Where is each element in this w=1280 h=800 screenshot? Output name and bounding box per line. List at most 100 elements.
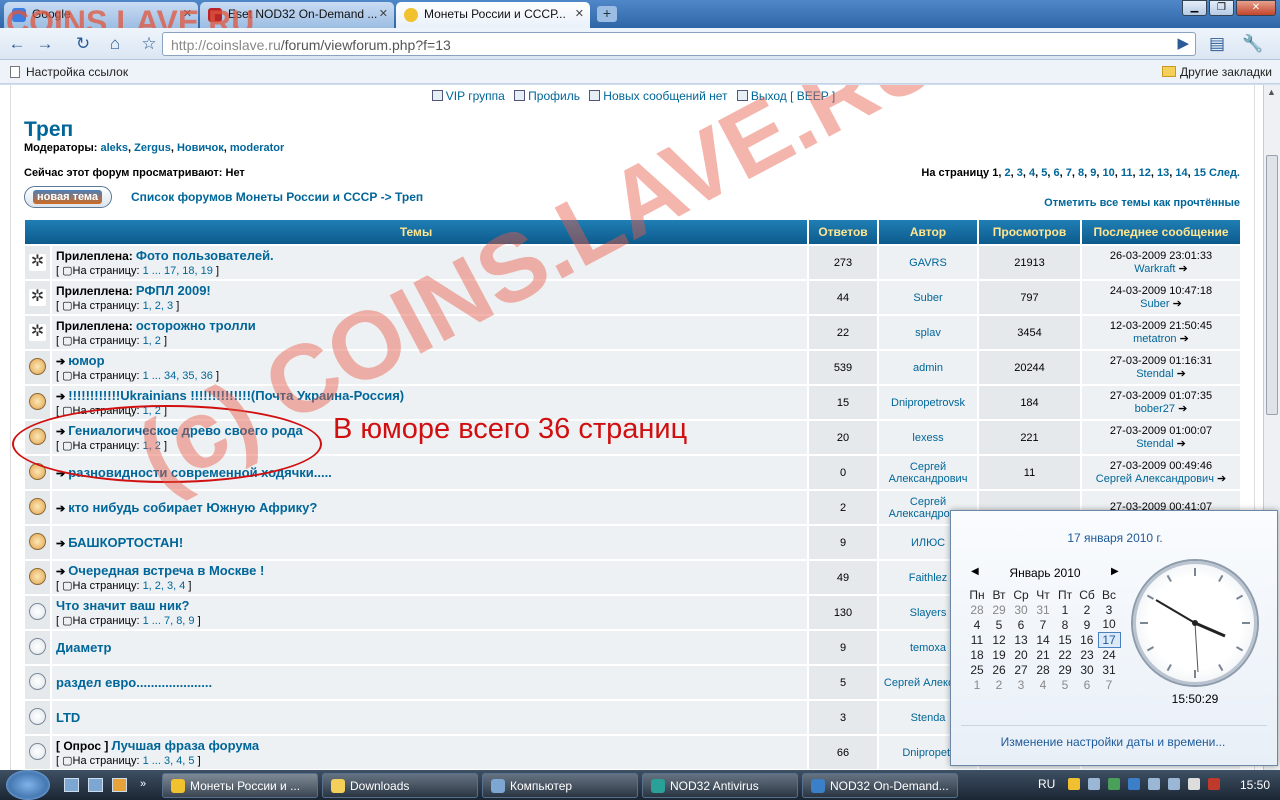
pager-link[interactable]: 15 (1194, 167, 1206, 179)
last-post-user[interactable]: Warkraft (1134, 263, 1175, 275)
go-to-post-icon[interactable]: ➔ (1217, 473, 1226, 485)
calendar-day[interactable]: 24 (1098, 647, 1120, 662)
calendar-day[interactable]: 18 (966, 647, 988, 662)
nav-logout-link[interactable]: Выход [ BEEP ] (751, 89, 835, 103)
pager-link[interactable]: 7 (1066, 167, 1072, 179)
mark-read-link[interactable]: Отметить все темы как прочтённые (1044, 197, 1240, 209)
page-menu-icon[interactable]: ▤ (1206, 33, 1228, 55)
last-post-user[interactable]: metatron (1133, 333, 1176, 345)
topic-page-links[interactable]: 1 ... 34, 35, 36 (143, 370, 213, 382)
language-indicator[interactable]: RU (1038, 777, 1055, 791)
new-post-arrow-icon[interactable]: ➔ (56, 566, 65, 578)
close-window-icon[interactable]: ✕ (1236, 0, 1276, 16)
shield-icon[interactable] (1068, 778, 1080, 790)
moderator-link[interactable]: moderator (230, 142, 284, 154)
tray-app-icon[interactable] (1168, 778, 1180, 790)
calendar-day[interactable]: 9 (1076, 617, 1098, 632)
change-datetime-link[interactable]: Изменение настройки даты и времени... (951, 735, 1275, 749)
close-icon[interactable]: ✕ (379, 7, 388, 20)
pager-link[interactable]: 14 (1175, 167, 1187, 179)
start-button[interactable] (6, 770, 50, 800)
calendar-day[interactable]: 16 (1076, 632, 1098, 647)
calendar-day[interactable]: 29 (1054, 662, 1076, 677)
calendar-day[interactable]: 29 (988, 602, 1010, 617)
calendar-day[interactable]: 30 (1076, 662, 1098, 677)
calendar-day[interactable]: 2 (988, 677, 1010, 692)
calendar-day[interactable]: 30 (1010, 602, 1032, 617)
go-to-post-icon[interactable]: ➔ (1177, 438, 1186, 450)
new-post-arrow-icon[interactable]: ➔ (56, 391, 65, 403)
author-link[interactable]: Slayers (910, 607, 947, 619)
calendar-day[interactable]: 7 (1032, 617, 1054, 632)
author-link[interactable]: admin (913, 362, 943, 374)
calendar-day[interactable]: 1 (966, 677, 988, 692)
topic-link[interactable]: раздел евро..................... (56, 675, 212, 690)
tab-google[interactable]: Google ✕ (4, 2, 198, 28)
device-icon[interactable] (1128, 778, 1140, 790)
calendar-day[interactable]: 26 (988, 662, 1010, 677)
volume-icon[interactable] (1188, 778, 1200, 790)
tab-coins[interactable]: Монеты России и СССР... ✕ (396, 2, 590, 29)
calendar-month[interactable]: Январь 2010 (971, 566, 1119, 580)
author-link[interactable]: temoxa (910, 642, 946, 654)
calendar-day[interactable]: 15 (1054, 632, 1076, 647)
pager-link[interactable]: 2 (1004, 167, 1010, 179)
calendar-day[interactable]: 6 (1010, 617, 1032, 632)
calendar-day[interactable]: 19 (988, 647, 1010, 662)
pager-link[interactable]: 9 (1090, 167, 1096, 179)
calendar-day[interactable]: 2 (1076, 602, 1098, 617)
calendar-day[interactable]: 27 (1010, 662, 1032, 677)
author-link[interactable]: lexess (912, 432, 943, 444)
author-link[interactable]: ИЛЮС (911, 537, 945, 549)
last-post-user[interactable]: Stendal (1136, 368, 1173, 380)
go-to-post-icon[interactable]: ➔ (1179, 263, 1188, 275)
topic-page-links[interactable]: 1 ... 17, 18, 19 (143, 265, 213, 277)
nav-messages-link[interactable]: Новых сообщений нет (603, 89, 727, 103)
topic-link[interactable]: LTD (56, 710, 80, 725)
topic-link[interactable]: Очередная встреча в Москве ! (68, 563, 264, 578)
calendar-day[interactable]: 5 (988, 617, 1010, 632)
moderator-link[interactable]: Новичок (177, 142, 224, 154)
forward-icon[interactable]: → (34, 33, 56, 55)
taskbar-button-nod32[interactable]: NOD32 Antivirus (642, 773, 798, 798)
calendar-day[interactable]: 1 (1054, 602, 1076, 617)
calendar-day[interactable]: 22 (1054, 647, 1076, 662)
calendar-day[interactable]: 12 (988, 632, 1010, 647)
calendar-date[interactable]: 17 января 2010 г. (951, 531, 1279, 545)
pager-link[interactable]: 4 (1029, 167, 1035, 179)
go-to-post-icon[interactable]: ➔ (1180, 333, 1189, 345)
calendar-day[interactable]: 25 (966, 662, 988, 677)
maximize-icon[interactable]: ❐ (1209, 0, 1234, 16)
author-link[interactable]: GAVRS (909, 257, 947, 269)
scroll-thumb[interactable] (1266, 155, 1278, 415)
last-post-user[interactable]: bober27 (1135, 403, 1175, 415)
tray-app-icon[interactable] (1148, 778, 1160, 790)
calendar-day[interactable]: 31 (1098, 662, 1120, 677)
bookmark-customize[interactable]: Настройка ссылок (10, 65, 128, 79)
new-post-arrow-icon[interactable]: ➔ (56, 356, 65, 368)
calendar-day[interactable]: 7 (1098, 677, 1120, 692)
calendar-day[interactable]: 11 (966, 632, 988, 647)
address-bar[interactable]: http://coinslave.ru/forum/viewforum.php?… (162, 32, 1196, 56)
new-topic-button[interactable]: новая тема (24, 186, 112, 208)
pager-link[interactable]: 12 (1139, 167, 1151, 179)
calendar-day[interactable]: 13 (1010, 632, 1032, 647)
close-icon[interactable]: ✕ (183, 7, 192, 20)
calendar-day[interactable]: 10 (1098, 617, 1120, 632)
moderator-link[interactable]: Zergus (134, 142, 171, 154)
pager-link[interactable]: 5 (1041, 167, 1047, 179)
calendar-day[interactable]: 17 (1097, 631, 1121, 648)
nav-logout[interactable]: Выход [ BEEP ] (736, 89, 835, 103)
topic-link[interactable]: Что значит ваш ник? (56, 598, 189, 613)
calendar-day[interactable]: 31 (1032, 602, 1054, 617)
antivirus-icon[interactable] (1108, 778, 1120, 790)
next-month-icon[interactable]: ▶ (1111, 566, 1119, 577)
topic-link[interactable]: юмор (68, 353, 104, 368)
topic-link[interactable]: !!!!!!!!!!!!Ukrainians !!!!!!!!!!!!!!(По… (68, 388, 404, 403)
nav-vip[interactable]: VIP группа (431, 89, 505, 103)
last-post-user[interactable]: Сергей Александрович (1096, 473, 1214, 485)
taskbar-clock[interactable]: 15:50 (1240, 778, 1270, 792)
topic-page-links[interactable]: 1, 2, 3 (143, 300, 174, 312)
pager-link[interactable]: 10 (1102, 167, 1114, 179)
last-post-user[interactable]: Stendal (1136, 438, 1173, 450)
